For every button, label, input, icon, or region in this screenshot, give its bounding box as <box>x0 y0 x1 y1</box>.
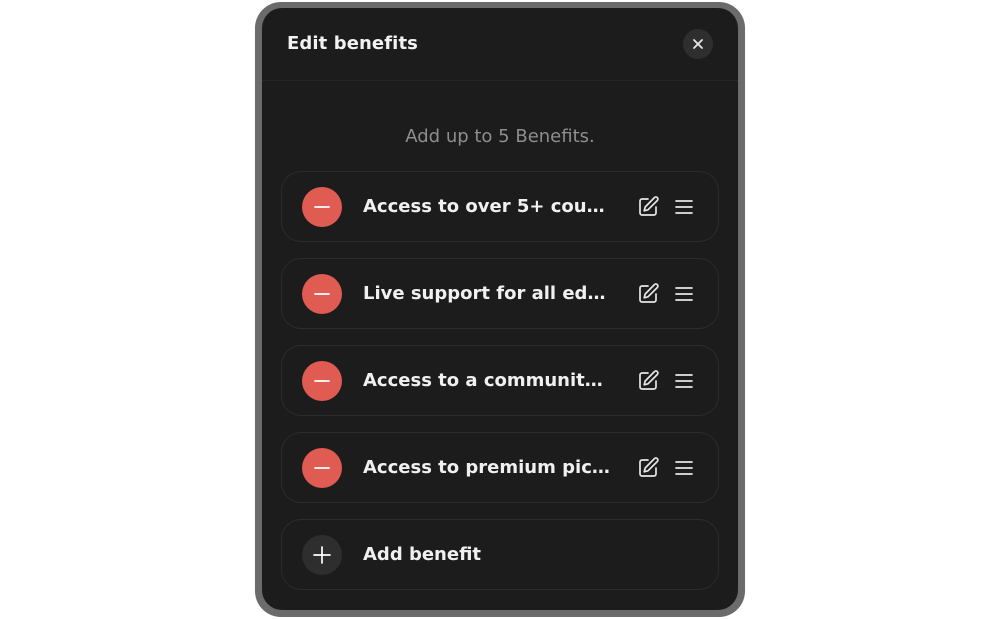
benefit-item[interactable]: Access to a community f... <box>281 345 719 416</box>
add-benefit-row[interactable]: Add benefit <box>281 519 719 590</box>
close-icon <box>693 39 703 49</box>
minus-icon <box>314 206 330 208</box>
edit-icon[interactable] <box>636 369 660 393</box>
benefits-list: Access to over 5+ courses Live support f… <box>281 171 719 606</box>
benefit-label: Access to over 5+ courses <box>363 196 611 217</box>
minus-icon <box>314 293 330 295</box>
add-benefit-label: Add benefit <box>363 544 482 565</box>
dialog-header: Edit benefits <box>262 8 738 81</box>
edit-icon[interactable] <box>636 456 660 480</box>
edit-icon[interactable] <box>636 282 660 306</box>
drag-handle-icon[interactable] <box>672 369 696 393</box>
minus-icon <box>314 467 330 469</box>
benefit-label: Access to premium picks <box>363 457 611 478</box>
edit-benefits-dialog: Edit benefits Add up to 5 Benefits. Acce… <box>262 8 738 610</box>
device-frame: Edit benefits Add up to 5 Benefits. Acce… <box>255 2 745 617</box>
remove-benefit-button[interactable] <box>302 187 342 227</box>
remove-benefit-button[interactable] <box>302 274 342 314</box>
benefit-item[interactable]: Live support for all educ... <box>281 258 719 329</box>
dialog-title: Edit benefits <box>287 33 418 54</box>
drag-handle-icon[interactable] <box>672 195 696 219</box>
add-benefit-button[interactable] <box>302 535 342 575</box>
edit-icon[interactable] <box>636 195 660 219</box>
drag-handle-icon[interactable] <box>672 282 696 306</box>
close-button[interactable] <box>683 29 713 59</box>
remove-benefit-button[interactable] <box>302 361 342 401</box>
benefit-label: Live support for all educ... <box>363 283 611 304</box>
remove-benefit-button[interactable] <box>302 448 342 488</box>
plus-icon <box>313 546 331 564</box>
benefit-item[interactable]: Access to premium picks <box>281 432 719 503</box>
benefit-item[interactable]: Access to over 5+ courses <box>281 171 719 242</box>
drag-handle-icon[interactable] <box>672 456 696 480</box>
minus-icon <box>314 380 330 382</box>
benefit-label: Access to a community f... <box>363 370 611 391</box>
benefits-limit-hint: Add up to 5 Benefits. <box>405 126 595 147</box>
